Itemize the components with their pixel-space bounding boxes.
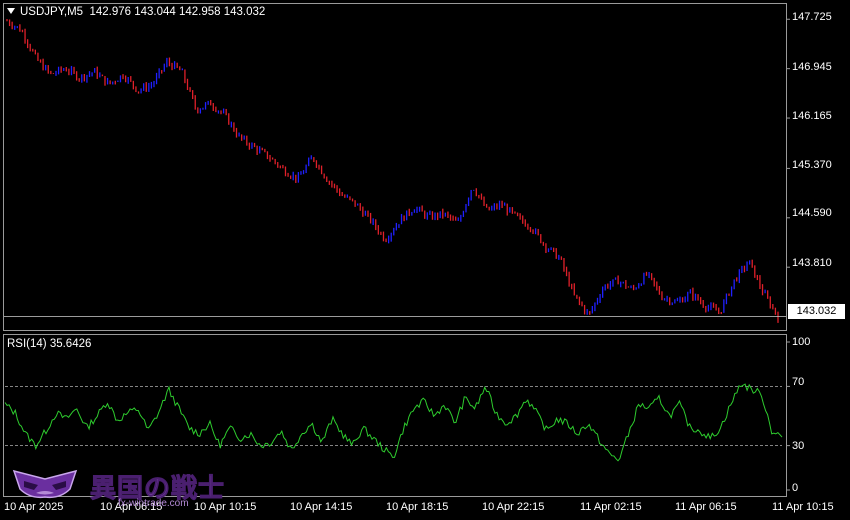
dropdown-triangle-icon[interactable]: [7, 8, 15, 14]
warrior-mask-icon: [12, 469, 78, 499]
rsi-header: RSI(14) 35.6426: [7, 338, 92, 350]
chart-canvas[interactable]: [0, 0, 850, 520]
ohlc-values: 142.976 143.044 142.958 143.032: [89, 6, 266, 18]
rsi-tick-label: 100: [792, 336, 811, 348]
watermark: 異国の戦士 fx-wintrade.com: [10, 465, 240, 509]
time-tick-label: 11 Apr 02:15: [580, 501, 642, 513]
time-tick-label: 10 Apr 22:15: [482, 501, 545, 513]
time-tick-label: 10 Apr 18:15: [386, 501, 449, 513]
rsi-tick-label: 0: [792, 482, 799, 494]
rsi-line: [4, 383, 783, 462]
rsi-tick-label: 30: [792, 440, 805, 452]
time-tick-label: 11 Apr 10:15: [772, 501, 834, 513]
symbol-label: USDJPY,M5: [20, 6, 84, 18]
price-tick-label: 144.590: [792, 207, 832, 219]
price-tick-label: 143.810: [792, 257, 832, 269]
watermark-url: fx-wintrade.com: [118, 498, 189, 509]
rsi-tick-label: 70: [792, 376, 805, 388]
time-tick-label: 11 Apr 06:15: [675, 501, 737, 513]
current-price-badge: 143.032: [788, 304, 845, 319]
price-tick-label: 145.370: [792, 159, 832, 171]
price-tick-label: 147.725: [792, 11, 832, 23]
price-tick-label: 146.945: [792, 61, 832, 73]
price-tick-label: 146.165: [792, 110, 832, 122]
chart-header: USDJPY,M5 142.976 143.044 142.958 143.03…: [7, 6, 265, 18]
time-tick-label: 10 Apr 14:15: [290, 501, 353, 513]
